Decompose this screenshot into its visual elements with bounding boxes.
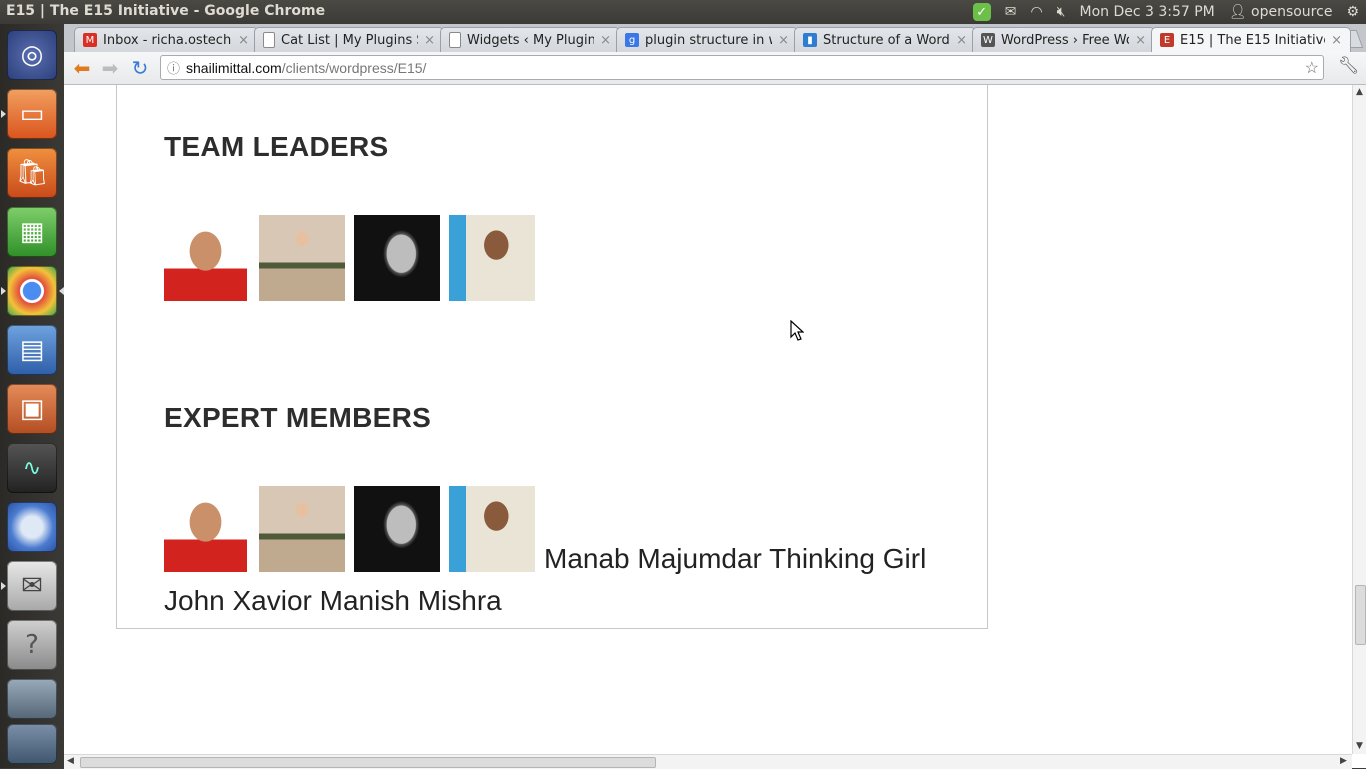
tab-label: plugin structure in word [645,32,772,48]
forward-arrow-icon[interactable]: ➡ [98,56,122,80]
vertical-scrollbar[interactable]: ▲ ▼ [1352,85,1366,754]
expert-members-heading: EXPERT MEMBERS [164,402,432,433]
bookmark-icon: ▮ [803,33,817,47]
tab-7[interactable]: E E15 | The E15 Initiative × [1151,27,1351,52]
tab-4[interactable]: g plugin structure in word × [616,27,798,52]
clock[interactable]: Mon Dec 3 3:57 PM [1072,0,1221,24]
mail-icon[interactable]: ✉ [998,0,1024,24]
user-name: opensource [1251,4,1333,20]
help-icon[interactable]: ? [7,620,57,670]
tab-label: Structure of a Wordpre [823,32,950,48]
tab-label: WordPress › Free WordP [1001,32,1129,48]
url-path: /clients/wordpress/E15/ [281,59,427,76]
url-host: shailimittal.com [186,59,282,76]
gear-icon[interactable]: ⚙ [1339,0,1366,24]
team-leaders-heading: TEAM LEADERS [164,131,389,162]
software-center-icon[interactable]: 🛍︎ [7,148,57,198]
horizontal-scrollbar[interactable]: ◀ ▶ [64,754,1352,769]
top-panel: E15 | The E15 Initiative - Google Chrome… [0,0,1366,24]
scroll-left-arrow-icon[interactable]: ◀ [67,756,74,766]
spreadsheet-icon[interactable]: ▦ [7,207,57,257]
launcher: ◎ ▭ 🛍︎ ▦ ▤ ▣ ∿ ✉ ? [0,24,65,768]
leader-photo-3[interactable] [354,215,440,301]
mouse-cursor-icon [790,320,804,341]
member-name-3[interactable]: John Xavior [164,585,312,616]
close-icon[interactable]: × [600,33,611,48]
address-bar[interactable]: ⓘ shailimittal.com/clients/wordpress/E15… [160,55,1324,80]
google-icon: g [625,33,639,47]
workspaces-icon[interactable] [7,679,57,719]
running-indicator [1,582,6,590]
scroll-right-arrow-icon[interactable]: ▶ [1340,756,1347,766]
page-icon [449,32,461,48]
update-indicator[interactable]: ✓ [966,0,998,24]
trash-icon[interactable] [7,724,57,764]
impress-icon[interactable]: ▣ [7,384,57,434]
tab-label: Inbox - richa.ostech@gr [103,32,232,48]
vertical-scroll-thumb[interactable] [1355,585,1366,645]
user-menu[interactable]: 👤︎ opensource [1222,0,1340,24]
window-title: E15 | The E15 Initiative - Google Chrome [6,3,326,19]
member-name-4[interactable]: Manish Mishra [320,585,502,616]
browser-toolbar: ⬅ ➡ ↻ ⓘ shailimittal.com/clients/wordpre… [64,52,1366,85]
gmail-icon: M [83,33,97,47]
system-monitor-icon[interactable]: ∿ [7,443,57,493]
files-icon[interactable]: ▭ [7,89,57,139]
tab-2[interactable]: Cat List | My Plugins Site × [254,27,444,52]
scroll-down-arrow-icon[interactable]: ▼ [1356,741,1363,751]
dash-home-icon[interactable]: ◎ [7,30,57,80]
volume-muted-icon[interactable]: 🔇︎ [1050,0,1073,24]
mail-client-icon[interactable]: ✉ [7,561,57,611]
member-name-2[interactable]: Thinking Girl [769,543,926,574]
leader-photo-4[interactable] [449,215,535,301]
close-icon[interactable]: × [956,33,967,48]
tab-3[interactable]: Widgets ‹ My Plugins Sit × [440,27,620,52]
back-arrow-icon[interactable]: ⬅ [70,56,94,80]
system-tray: ✓ ✉ ◠ 🔇︎ Mon Dec 3 3:57 PM 👤︎ opensource… [966,0,1366,24]
tab-label: Cat List | My Plugins Site [281,32,418,48]
wifi-icon[interactable]: ◠ [1023,0,1049,24]
leader-photo-2[interactable] [259,215,345,301]
close-icon[interactable]: × [1331,33,1342,48]
horizontal-scroll-thumb[interactable] [80,757,656,768]
e15-icon: E [1160,33,1174,47]
shield-check-icon: ✓ [972,3,991,21]
close-icon[interactable]: × [1135,33,1146,48]
close-icon[interactable]: × [778,33,789,48]
star-icon[interactable]: ☆ [1305,58,1319,78]
wordpress-icon: W [981,33,995,47]
reload-icon[interactable]: ↻ [128,56,152,80]
close-icon[interactable]: × [238,33,249,48]
tab-label: Widgets ‹ My Plugins Sit [467,32,594,48]
member-names: Manab Majumdar Thinking Girl John Xavior… [164,538,954,622]
member-name-1[interactable]: Manab Majumdar [544,543,762,574]
page-info-icon[interactable]: ⓘ [167,58,180,77]
tab-6[interactable]: W WordPress › Free WordP × [972,27,1155,52]
chromium-icon[interactable] [7,502,57,552]
writer-icon[interactable]: ▤ [7,325,57,375]
browser-window: MInbox - richa.ostech@gr×Cat List | My P… [64,24,1366,769]
chrome-icon[interactable] [7,266,57,316]
scroll-up-arrow-icon[interactable]: ▲ [1356,87,1363,97]
tab-strip: MInbox - richa.ostech@gr×Cat List | My P… [64,24,1366,52]
tab-5[interactable]: ▮ Structure of a Wordpre × [794,27,976,52]
tab-label: E15 | The E15 Initiative [1180,32,1326,48]
wrench-icon[interactable]: 🔧︎ [1338,56,1360,76]
close-icon[interactable]: × [424,33,435,48]
running-indicator [1,110,6,118]
leader-photo-1[interactable] [164,215,247,301]
content-box: TEAM LEADERS EXPERT MEMBERS Manab Majumd… [116,85,988,629]
user-icon: 👤︎ [1228,4,1247,20]
running-indicator [1,287,6,295]
page-icon [263,32,275,48]
page-viewport: TEAM LEADERS EXPERT MEMBERS Manab Majumd… [64,85,1352,754]
tab-1[interactable]: M Inbox - richa.ostech@gr × [74,27,258,52]
